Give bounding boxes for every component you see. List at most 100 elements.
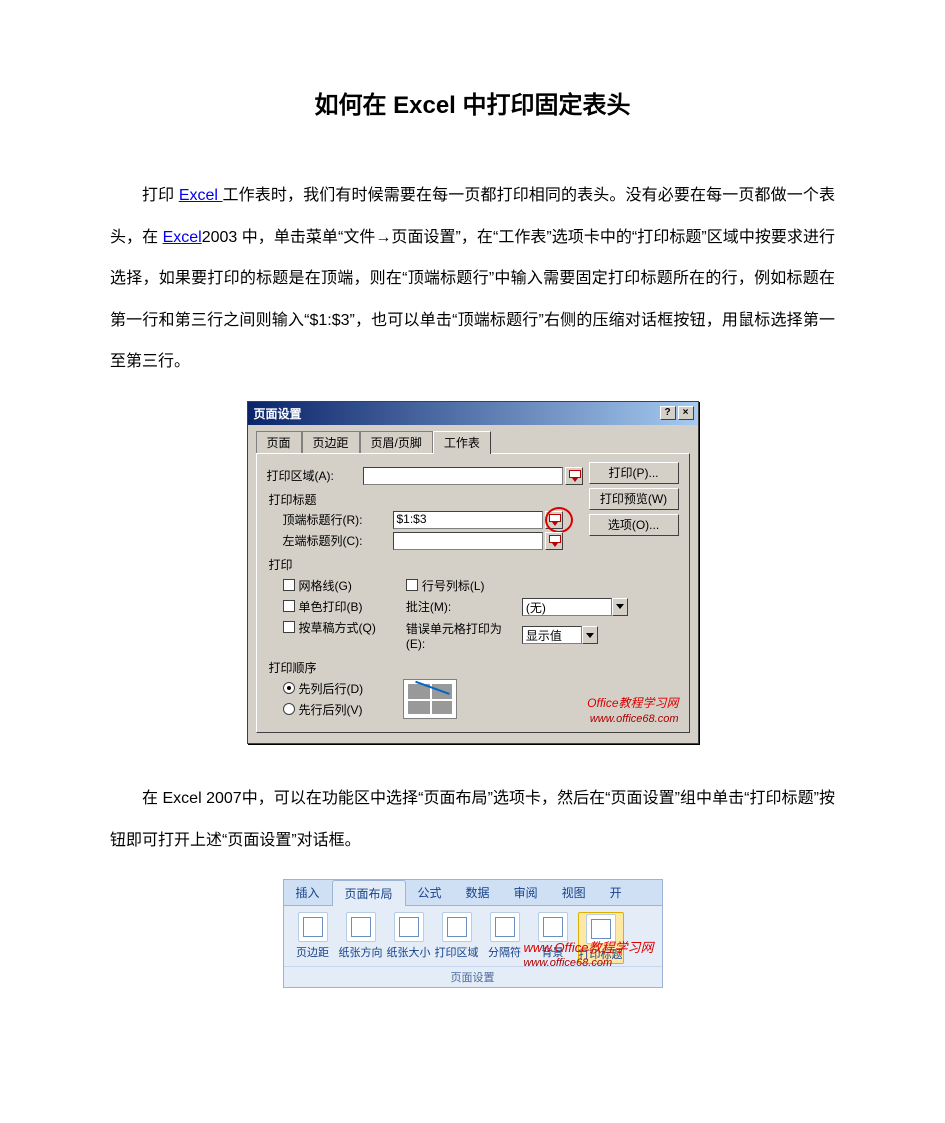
preview-button[interactable]: 打印预览(W) [589, 488, 679, 510]
tab-page[interactable]: 页面 [256, 431, 302, 454]
print-titles-icon [586, 914, 616, 944]
error-label: 错误单元格打印为(E): [406, 620, 516, 651]
checkbox-icon [406, 579, 418, 591]
checkbox-mono[interactable]: 单色打印(B) [283, 598, 376, 615]
checkbox-draft[interactable]: 按草稿方式(Q) [283, 619, 376, 636]
checkbox-icon [283, 600, 295, 612]
page-order-icon [403, 679, 457, 719]
tab-margins[interactable]: 页边距 [302, 431, 360, 454]
ribbon-tab-view[interactable]: 视图 [550, 880, 598, 905]
ribbon-group-label: 页面设置 [284, 966, 662, 987]
margins-icon [298, 912, 328, 942]
figure-page-setup-dialog: 页面设置 ? × 页面 页边距 页眉/页脚 工作表 打印(P)... 打印预览(… [110, 401, 835, 744]
document-page: 如何在 Excel 中打印固定表头 打印 Excel 工作表时，我们有时候需要在… [0, 0, 945, 1062]
ribbon-btn-print-titles[interactable]: 打印标题 [578, 912, 624, 964]
ribbon-btn-background[interactable]: 背景 [530, 912, 576, 960]
range-select-icon[interactable] [545, 532, 563, 550]
link-excel-2[interactable]: Excel [163, 229, 202, 246]
ribbon-label: 打印标题 [579, 946, 623, 962]
dropdown-value: 显示值 [522, 626, 582, 644]
page-title: 如何在 Excel 中打印固定表头 [110, 85, 835, 120]
row-comments: 批注(M): (无) [406, 598, 628, 616]
checkbox-label: 行号列标(L) [422, 577, 485, 594]
orientation-icon [346, 912, 376, 942]
size-icon [394, 912, 424, 942]
print-area-label: 打印区域(A): [267, 467, 363, 484]
ribbon-label: 页边距 [296, 944, 329, 960]
left-col-input[interactable] [393, 532, 543, 550]
ribbon-btn-margins[interactable]: 页边距 [290, 912, 336, 960]
chevron-down-icon [582, 626, 598, 644]
tab-header-footer[interactable]: 页眉/页脚 [360, 431, 433, 454]
checkbox-icon [283, 579, 295, 591]
paragraph-2: 在 Excel 2007中，可以在功能区中选择“页面布局”选项卡，然后在“页面设… [110, 778, 835, 861]
dialog-tabs: 页面 页边距 页眉/页脚 工作表 [256, 431, 690, 454]
page-setup-dialog: 页面设置 ? × 页面 页边距 页眉/页脚 工作表 打印(P)... 打印预览(… [247, 401, 699, 744]
section-print: 打印 [269, 556, 679, 573]
paragraph-1: 打印 Excel 工作表时，我们有时候需要在每一页都打印相同的表头。没有必要在每… [110, 175, 835, 383]
range-select-icon[interactable] [545, 511, 563, 529]
checkbox-label: 单色打印(B) [299, 598, 363, 615]
print-options-col1: 网格线(G) 单色打印(B) 按草稿方式(Q) [267, 575, 376, 653]
help-button[interactable]: ? [660, 406, 676, 420]
order-radios: 先列后行(D) 先行后列(V) [267, 678, 364, 720]
text: 2003 中，单击菜单“文件→页面设置”，在“工作表”选项卡中的“打印标题”区域… [110, 229, 835, 371]
ribbon-tab-insert[interactable]: 插入 [284, 880, 332, 905]
window-buttons: ? × [660, 406, 694, 420]
checkbox-label: 网格线(G) [299, 577, 352, 594]
dialog-title: 页面设置 [254, 405, 302, 422]
error-dropdown[interactable]: 显示值 [522, 626, 598, 644]
checkbox-label: 按草稿方式(Q) [299, 619, 376, 636]
ribbon-btn-breaks[interactable]: 分隔符 [482, 912, 528, 960]
ribbon-btn-print-area[interactable]: 打印区域 [434, 912, 480, 960]
radio-over-then-down[interactable]: 先行后列(V) [283, 701, 364, 718]
text: 打印 [142, 187, 179, 204]
order-row: 先列后行(D) 先行后列(V) [267, 678, 679, 720]
checkbox-gridlines[interactable]: 网格线(G) [283, 577, 376, 594]
radio-label: 先列后行(D) [299, 680, 364, 697]
close-button[interactable]: × [678, 406, 694, 420]
ribbon-body: 页边距 纸张方向 纸张大小 打印区域 分隔符 背景 打印标题 [284, 906, 662, 966]
radio-down-then-over[interactable]: 先列后行(D) [283, 680, 364, 697]
ribbon-tab-formulas[interactable]: 公式 [406, 880, 454, 905]
ribbon-tabs: 插入 页面布局 公式 数据 审阅 视图 开 [284, 880, 662, 906]
ribbon-tab-more[interactable]: 开 [598, 880, 634, 905]
ribbon-btn-size[interactable]: 纸张大小 [386, 912, 432, 960]
tab-sheet[interactable]: 工作表 [433, 431, 491, 454]
row-top-rows: 顶端标题行(R): $1:$3 [267, 511, 679, 529]
dropdown-value: (无) [522, 598, 612, 616]
print-options-grid: 网格线(G) 单色打印(B) 按草稿方式(Q) 行号列标(L) 批注(M): (… [267, 575, 679, 653]
left-col-label: 左端标题列(C): [283, 532, 393, 549]
dialog-body: 页面 页边距 页眉/页脚 工作表 打印(P)... 打印预览(W) 选项(O).… [248, 425, 698, 743]
top-row-input[interactable]: $1:$3 [393, 511, 543, 529]
background-icon [538, 912, 568, 942]
range-select-icon[interactable] [565, 467, 583, 485]
comment-label: 批注(M): [406, 598, 516, 615]
print-area-icon [442, 912, 472, 942]
checkbox-rowcol[interactable]: 行号列标(L) [406, 577, 628, 594]
tab-pane-sheet: 打印(P)... 打印预览(W) 选项(O)... 打印区域(A): 打印标题 … [256, 453, 690, 733]
radio-icon [283, 703, 295, 715]
radio-icon [283, 682, 295, 694]
comment-dropdown[interactable]: (无) [522, 598, 628, 616]
ribbon-label: 分隔符 [488, 944, 521, 960]
ribbon-tab-review[interactable]: 审阅 [502, 880, 550, 905]
ribbon-label: 背景 [542, 944, 564, 960]
section-order: 打印顺序 [269, 659, 679, 676]
chevron-down-icon [612, 598, 628, 616]
print-area-input[interactable] [363, 467, 563, 485]
ribbon-tab-page-layout[interactable]: 页面布局 [332, 880, 406, 906]
ribbon-btn-orientation[interactable]: 纸张方向 [338, 912, 384, 960]
radio-label: 先行后列(V) [299, 701, 363, 718]
print-button[interactable]: 打印(P)... [589, 462, 679, 484]
ribbon-tab-data[interactable]: 数据 [454, 880, 502, 905]
checkbox-icon [283, 621, 295, 633]
ribbon-label: 打印区域 [435, 944, 479, 960]
link-excel-1[interactable]: Excel [179, 187, 223, 204]
ribbon: 插入 页面布局 公式 数据 审阅 视图 开 页边距 纸张方向 纸张大小 打印区域… [283, 879, 663, 988]
top-row-label: 顶端标题行(R): [283, 511, 393, 528]
row-errors: 错误单元格打印为(E): 显示值 [406, 620, 628, 651]
dialog-titlebar[interactable]: 页面设置 ? × [248, 402, 698, 425]
figure-ribbon: 插入 页面布局 公式 数据 审阅 视图 开 页边距 纸张方向 纸张大小 打印区域… [110, 879, 835, 988]
breaks-icon [490, 912, 520, 942]
